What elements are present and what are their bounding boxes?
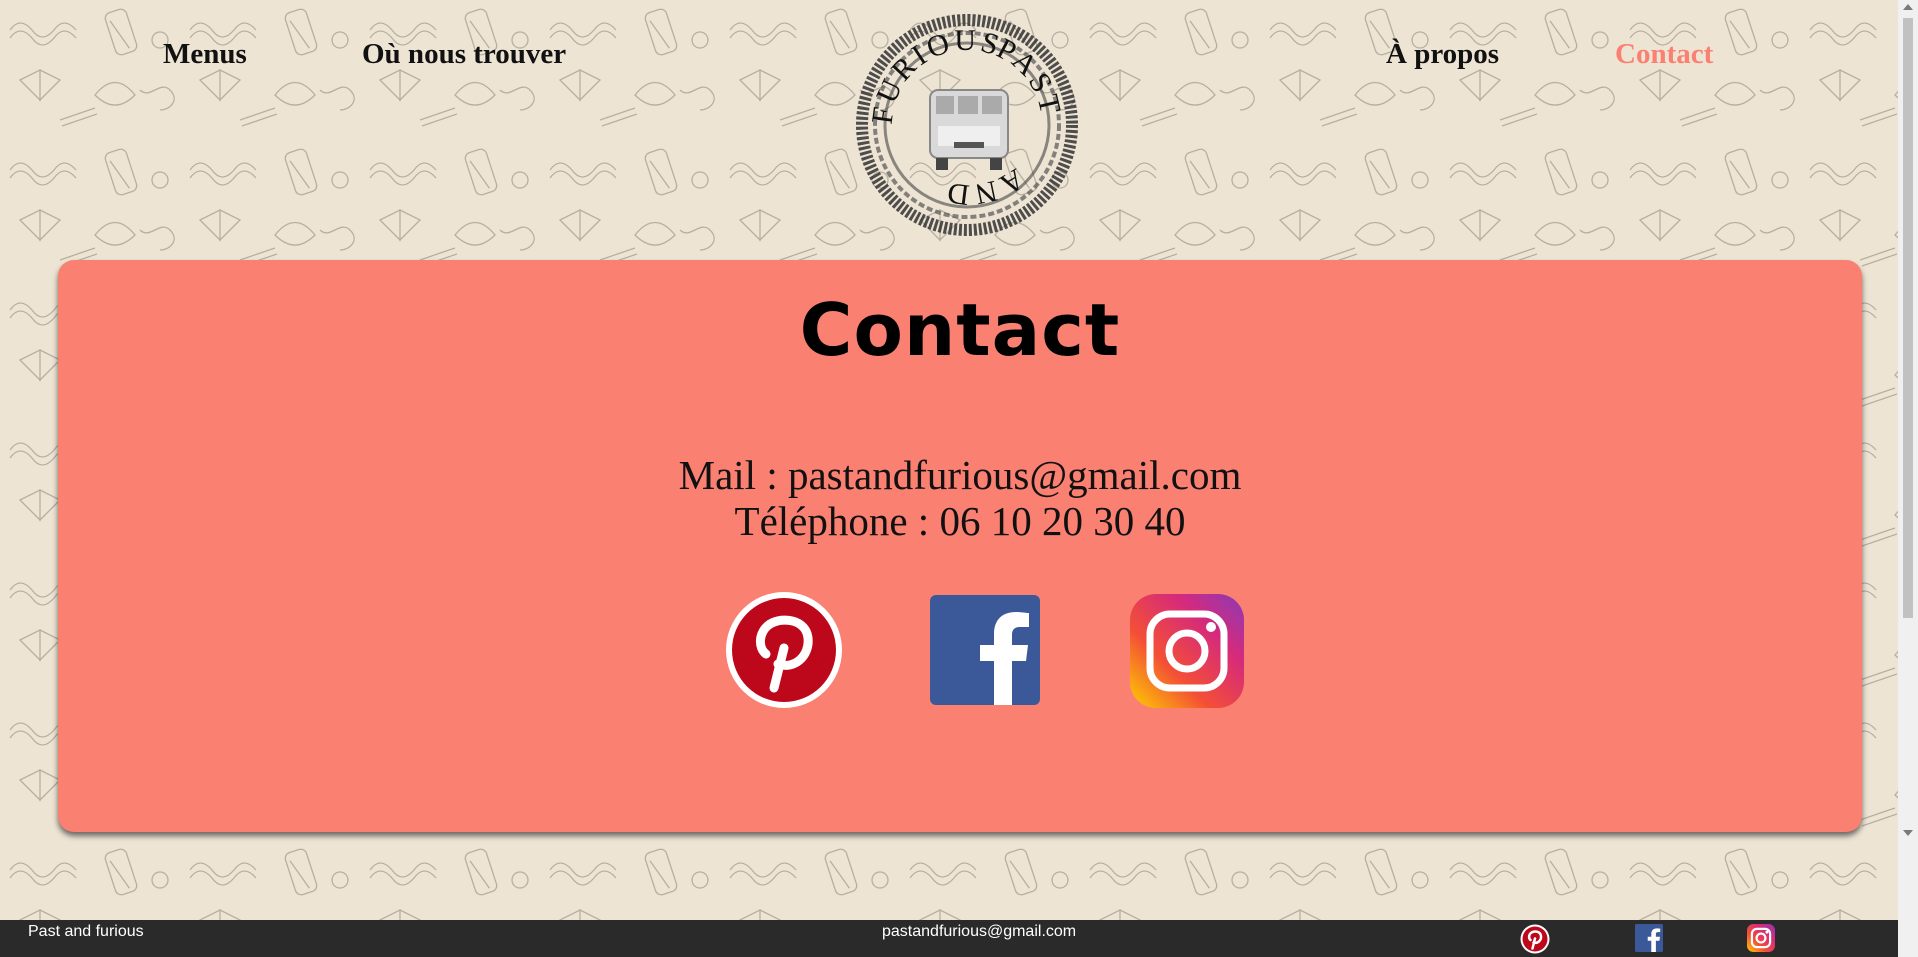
contact-info: Mail : pastandfurious@gmail.com Téléphon… [58,452,1862,544]
nav-link-contact[interactable]: Contact [1615,38,1713,71]
footer-instagram-icon[interactable] [1747,924,1775,952]
contact-mail: Mail : pastandfurious@gmail.com [678,452,1242,498]
contact-phone: Téléphone : 06 10 20 30 40 [734,498,1186,544]
scrollbar-thumb[interactable] [1903,18,1913,618]
nav-link-about[interactable]: À propos [1386,38,1499,71]
nav-link-menus[interactable]: Menus [163,38,247,71]
pinterest-icon[interactable] [724,590,844,710]
scroll-down-arrow-icon[interactable] [1903,830,1913,836]
nav-link-find-us[interactable]: Où nous trouver [362,38,566,71]
main-navigation: Menus Où nous trouver À propos Contact P… [0,0,1898,250]
footer-name: Past and furious [28,923,144,940]
instagram-icon[interactable] [1130,594,1244,708]
site-footer: Past and furious pastandfurious@gmail.co… [0,920,1898,957]
food-truck-icon [929,89,1009,170]
footer-email[interactable]: pastandfurious@gmail.com [882,923,1076,941]
scroll-up-arrow-icon[interactable] [1903,4,1913,10]
past-and-furious-logo[interactable]: PAST FURIOUS AND [850,8,1085,243]
page-scrollbar[interactable] [1898,0,1918,957]
contact-title: Contact [799,288,1121,372]
contact-card: Contact Mail : pastandfurious@gmail.com … [58,260,1862,832]
facebook-icon[interactable] [930,595,1040,705]
footer-facebook-icon[interactable] [1635,924,1663,952]
footer-pinterest-icon[interactable] [1520,924,1550,954]
